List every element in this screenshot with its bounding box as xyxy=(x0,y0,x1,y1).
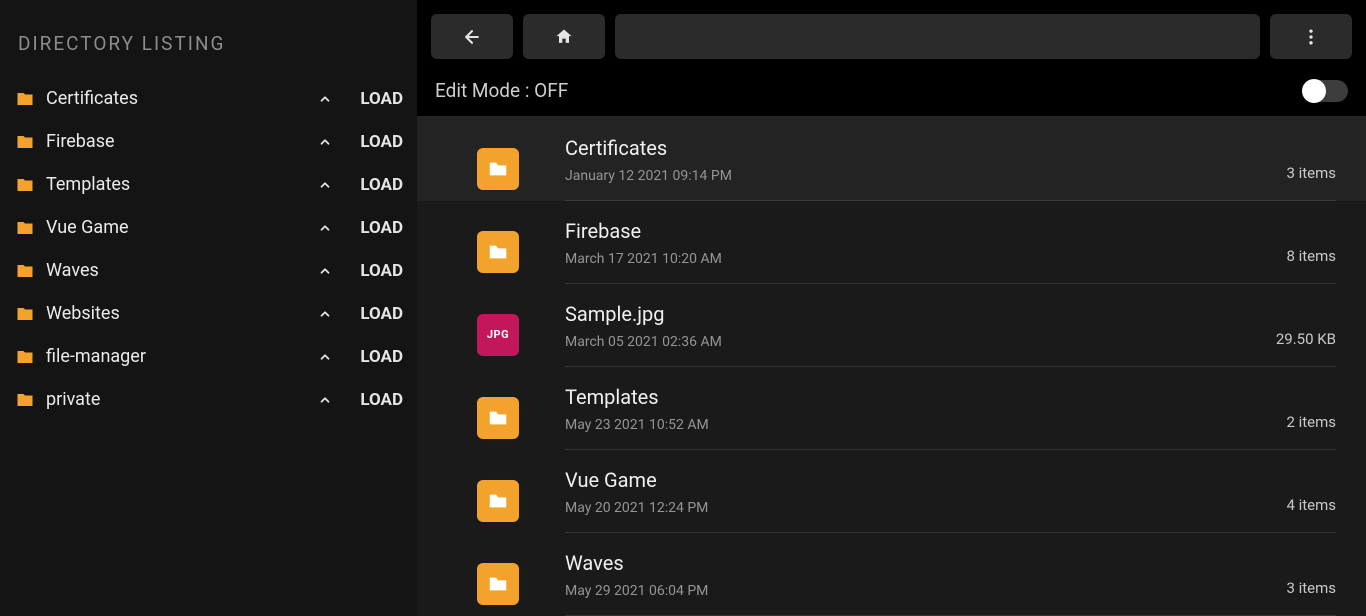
sidebar-item[interactable]: Templates LOAD xyxy=(14,163,403,206)
folder-icon xyxy=(14,305,36,323)
sidebar-item[interactable]: Websites LOAD xyxy=(14,292,403,335)
sidebar-item[interactable]: Vue Game LOAD xyxy=(14,206,403,249)
file-meta: 8 items xyxy=(1286,247,1336,267)
edit-mode-label: Edit Mode : OFF xyxy=(435,79,568,102)
home-button[interactable] xyxy=(523,14,605,59)
chevron-up-icon[interactable] xyxy=(318,350,332,364)
file-name: Waves xyxy=(565,551,1286,575)
sidebar-item-label: Templates xyxy=(46,174,318,195)
toggle-knob xyxy=(1302,79,1326,103)
sidebar-item-label: Firebase xyxy=(46,131,318,152)
load-button[interactable]: LOAD xyxy=(360,132,403,152)
file-name: Templates xyxy=(565,385,1286,409)
chevron-up-icon[interactable] xyxy=(318,264,332,278)
more-button[interactable] xyxy=(1270,14,1352,59)
folder-icon xyxy=(477,397,519,439)
folder-icon xyxy=(14,348,36,366)
file-meta: 3 items xyxy=(1286,579,1336,599)
load-button[interactable]: LOAD xyxy=(360,218,403,238)
folder-icon xyxy=(14,176,36,194)
sidebar-item-label: Vue Game xyxy=(46,217,318,238)
file-date: January 12 2021 09:14 PM xyxy=(565,168,1286,184)
file-meta: 4 items xyxy=(1286,496,1336,516)
path-input[interactable] xyxy=(615,14,1260,59)
load-button[interactable]: LOAD xyxy=(360,175,403,195)
file-list[interactable]: CertificatesJanuary 12 2021 09:14 PM3 it… xyxy=(417,116,1366,616)
sidebar-item[interactable]: file-manager LOAD xyxy=(14,335,403,378)
file-date: May 29 2021 06:04 PM xyxy=(565,583,1286,599)
file-row[interactable]: Certificates January 12 2021 09:14 PM3 it… xyxy=(417,116,1366,201)
more-vertical-icon xyxy=(1301,27,1321,47)
sidebar-item-label: Websites xyxy=(46,303,318,324)
back-button[interactable] xyxy=(431,14,513,59)
chevron-up-icon[interactable] xyxy=(318,221,332,235)
file-name: Certificates xyxy=(565,136,1286,160)
folder-icon xyxy=(477,231,519,273)
load-button[interactable]: LOAD xyxy=(360,347,403,367)
file-meta: 2 items xyxy=(1286,413,1336,433)
file-date: March 05 2021 02:36 AM xyxy=(565,334,1276,350)
folder-icon xyxy=(14,133,36,151)
sidebar-title: DIRECTORY LISTING xyxy=(14,32,403,55)
folder-icon xyxy=(14,90,36,108)
file-date: March 17 2021 10:20 AM xyxy=(565,251,1286,267)
file-row[interactable]: JPG Sample.jpg March 05 2021 02:36 AM29.50… xyxy=(417,284,1366,367)
chevron-up-icon[interactable] xyxy=(318,135,332,149)
folder-icon xyxy=(477,148,519,190)
file-row[interactable]: Firebase March 17 2021 10:20 AM8 items xyxy=(417,201,1366,284)
sidebar-item-label: file-manager xyxy=(46,346,318,367)
sidebar-item[interactable]: Certificates LOAD xyxy=(14,77,403,120)
folder-icon xyxy=(14,262,36,280)
home-icon xyxy=(554,27,574,47)
folder-icon xyxy=(477,563,519,605)
folder-icon xyxy=(14,219,36,237)
file-name: Vue Game xyxy=(565,468,1286,492)
file-date: May 20 2021 12:24 PM xyxy=(565,500,1286,516)
file-name: Firebase xyxy=(565,219,1286,243)
load-button[interactable]: LOAD xyxy=(360,390,403,410)
sidebar-item-label: private xyxy=(46,389,318,410)
file-date: May 23 2021 10:52 AM xyxy=(565,417,1286,433)
edit-mode-bar: Edit Mode : OFF xyxy=(417,59,1366,116)
sidebar-item-label: Waves xyxy=(46,260,318,281)
chevron-up-icon[interactable] xyxy=(318,307,332,321)
sidebar-item[interactable]: Waves LOAD xyxy=(14,249,403,292)
main-panel: Edit Mode : OFF Certificates January 12 2… xyxy=(417,0,1366,616)
toolbar xyxy=(417,0,1366,59)
chevron-up-icon[interactable] xyxy=(318,393,332,407)
jpg-icon: JPG xyxy=(477,314,519,356)
file-row[interactable]: Templates May 23 2021 10:52 AM2 items xyxy=(417,367,1366,450)
sidebar: DIRECTORY LISTING CertificatesLOADFireba… xyxy=(0,0,417,616)
load-button[interactable]: LOAD xyxy=(360,89,403,109)
file-row[interactable]: Vue Game May 20 2021 12:24 PM4 items xyxy=(417,450,1366,533)
load-button[interactable]: LOAD xyxy=(360,304,403,324)
chevron-up-icon[interactable] xyxy=(318,92,332,106)
load-button[interactable]: LOAD xyxy=(360,261,403,281)
file-row[interactable]: Waves May 29 2021 06:04 PM3 items xyxy=(417,533,1366,616)
edit-mode-toggle[interactable] xyxy=(1302,80,1348,102)
file-meta: 3 items xyxy=(1286,164,1336,184)
sidebar-item-label: Certificates xyxy=(46,88,318,109)
sidebar-item[interactable]: private LOAD xyxy=(14,378,403,421)
arrow-left-icon xyxy=(462,27,482,47)
folder-icon xyxy=(477,480,519,522)
chevron-up-icon[interactable] xyxy=(318,178,332,192)
file-name: Sample.jpg xyxy=(565,302,1276,326)
sidebar-item[interactable]: Firebase LOAD xyxy=(14,120,403,163)
file-meta: 29.50 KB xyxy=(1276,330,1336,350)
folder-icon xyxy=(14,391,36,409)
